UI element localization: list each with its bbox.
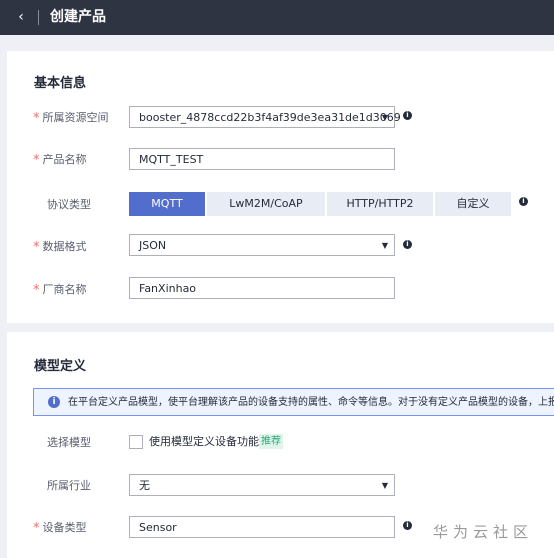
topbar-divider — [38, 10, 39, 25]
protocol-option-http[interactable]: HTTP/HTTP2 — [327, 192, 433, 216]
data-format-label: * 数据格式 — [33, 240, 87, 255]
product-name-value: MQTT_TEST — [139, 153, 204, 166]
vendor-label: * 厂商名称 — [33, 283, 87, 298]
data-format-value: JSON — [139, 239, 167, 252]
protocol-option-lwm2m[interactable]: LwM2M/CoAP — [207, 192, 325, 216]
info-icon[interactable]: i — [403, 521, 412, 530]
device-type-value: Sensor — [139, 521, 177, 534]
industry-label: 所属行业 — [47, 479, 91, 492]
required-star: * — [33, 153, 40, 168]
notice-text: 在平台定义产品模型，使平台理解该产品的设备支持的属性、命令等信息。对于没有定义产… — [68, 397, 554, 408]
back-arrow-icon[interactable]: ‹ — [12, 8, 30, 26]
caret-down-icon: ▼ — [381, 113, 388, 122]
device-type-label: * 设备类型 — [33, 521, 87, 536]
use-model-checkbox[interactable] — [129, 435, 143, 449]
model-definition-title: 模型定义 — [34, 359, 87, 374]
vendor-value: FanXinhao — [139, 282, 197, 295]
info-circle-icon: i — [48, 396, 60, 408]
info-icon[interactable]: i — [519, 197, 528, 206]
use-model-checkbox-label[interactable]: 使用模型定义设备功能 — [149, 435, 259, 449]
product-name-input[interactable]: MQTT_TEST — [129, 148, 395, 170]
caret-down-icon: ▼ — [381, 481, 388, 490]
required-star: * — [33, 111, 40, 126]
info-icon[interactable]: i — [403, 240, 412, 249]
product-name-label: * 产品名称 — [33, 153, 87, 168]
basic-info-card: 基本信息 * 所属资源空间 booster_4878ccd22b3f4af39de… — [7, 51, 554, 323]
required-star: * — [33, 283, 40, 298]
resource-space-label: * 所属资源空间 — [33, 111, 109, 126]
caret-down-icon: ▼ — [381, 241, 388, 250]
info-icon[interactable]: i — [403, 111, 412, 120]
watermark: 华为云社区 — [433, 523, 534, 541]
page-title: 创建产品 — [50, 9, 106, 25]
data-format-select[interactable]: JSON ▼ — [129, 234, 395, 256]
protocol-option-custom[interactable]: 自定义 — [435, 192, 511, 216]
protocol-label: 协议类型 — [47, 198, 91, 211]
vendor-input[interactable]: FanXinhao — [129, 277, 395, 299]
select-model-label: 选择模型 — [47, 436, 91, 449]
protocol-option-mqtt[interactable]: MQTT — [129, 192, 205, 216]
required-star: * — [33, 521, 40, 536]
industry-select[interactable]: 无 ▼ — [129, 474, 395, 496]
basic-info-title: 基本信息 — [34, 76, 87, 91]
device-type-input[interactable]: Sensor — [129, 516, 395, 538]
resource-space-select[interactable]: booster_4878ccd22b3f4af39de3ea31de1d3069… — [129, 106, 401, 128]
resource-space-value: booster_4878ccd22b3f4af39de3ea31de1d3069 — [139, 111, 401, 124]
recommended-tag: 推荐 — [259, 434, 283, 449]
model-notice: i 在平台定义产品模型，使平台理解该产品的设备支持的属性、命令等信息。对于没有定… — [33, 388, 554, 416]
required-star: * — [33, 240, 40, 255]
industry-value: 无 — [139, 479, 150, 492]
top-bar: ‹ 创建产品 — [0, 0, 554, 35]
